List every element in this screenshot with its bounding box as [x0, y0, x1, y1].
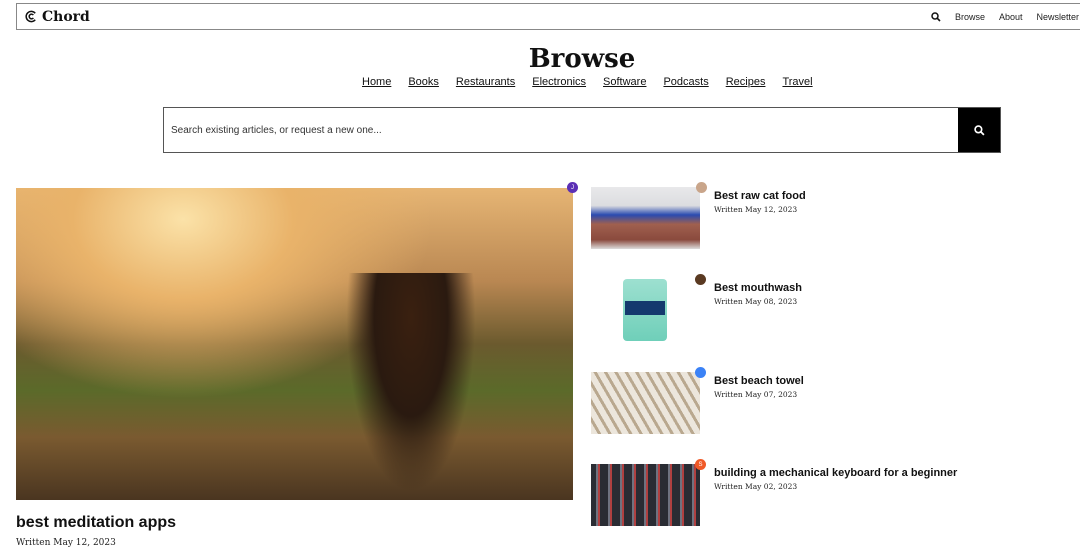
article-date: Written May 08, 2023 [714, 297, 798, 306]
meditating-person [346, 273, 476, 493]
article-title: Best mouthwash [714, 282, 803, 294]
author-avatar [695, 274, 706, 285]
article-thumbnail [591, 279, 700, 341]
article-title: building a mechanical keyboard for a beg… [714, 467, 958, 479]
article-title: Best beach towel [714, 375, 804, 387]
category-nav: Home Books Restaurants Electronics Softw… [362, 76, 813, 88]
header-nav: Browse About Newsletter [931, 4, 1079, 29]
page-title: Browse [528, 44, 636, 74]
article-item[interactable]: Best mouthwash Written May 08, 2023 [591, 274, 1071, 341]
article-title: Best raw cat food [714, 190, 806, 202]
category-travel[interactable]: Travel [782, 76, 812, 88]
search-icon[interactable] [931, 11, 941, 22]
brand-logo[interactable]: Chord [25, 9, 90, 25]
article-date: Written May 07, 2023 [714, 390, 798, 399]
article-thumbnail [591, 464, 700, 526]
category-home[interactable]: Home [362, 76, 391, 88]
article-thumbnail [591, 187, 700, 249]
category-podcasts[interactable]: Podcasts [663, 76, 708, 88]
featured-title[interactable]: best meditation apps [16, 514, 176, 532]
category-electronics[interactable]: Electronics [532, 76, 586, 88]
nav-browse[interactable]: Browse [955, 12, 985, 22]
category-recipes[interactable]: Recipes [726, 76, 766, 88]
search-input[interactable] [164, 108, 958, 152]
nav-about[interactable]: About [999, 12, 1023, 22]
category-restaurants[interactable]: Restaurants [456, 76, 515, 88]
author-avatar [696, 182, 707, 193]
category-books[interactable]: Books [408, 76, 439, 88]
article-item[interactable]: Best raw cat food Written May 12, 2023 [591, 182, 1071, 249]
article-item[interactable]: S building a mechanical keyboard for a b… [591, 459, 1071, 526]
author-avatar [695, 367, 706, 378]
category-software[interactable]: Software [603, 76, 646, 88]
search-button[interactable] [958, 108, 1000, 152]
author-avatar: J [567, 182, 578, 193]
chord-logo-icon [25, 10, 36, 23]
top-bar: Chord Browse About Newsletter [16, 3, 1080, 30]
nav-newsletter[interactable]: Newsletter [1036, 12, 1079, 22]
search-bar [163, 107, 1001, 153]
article-date: Written May 02, 2023 [714, 482, 798, 491]
author-avatar: S [695, 459, 706, 470]
featured-date: Written May 12, 2023 [16, 538, 116, 548]
brand-name: Chord [42, 8, 90, 25]
article-thumbnail [591, 372, 700, 434]
search-icon [973, 124, 985, 136]
article-date: Written May 12, 2023 [714, 205, 798, 214]
article-item[interactable]: Best beach towel Written May 07, 2023 [591, 367, 1071, 434]
featured-image[interactable] [16, 188, 573, 500]
